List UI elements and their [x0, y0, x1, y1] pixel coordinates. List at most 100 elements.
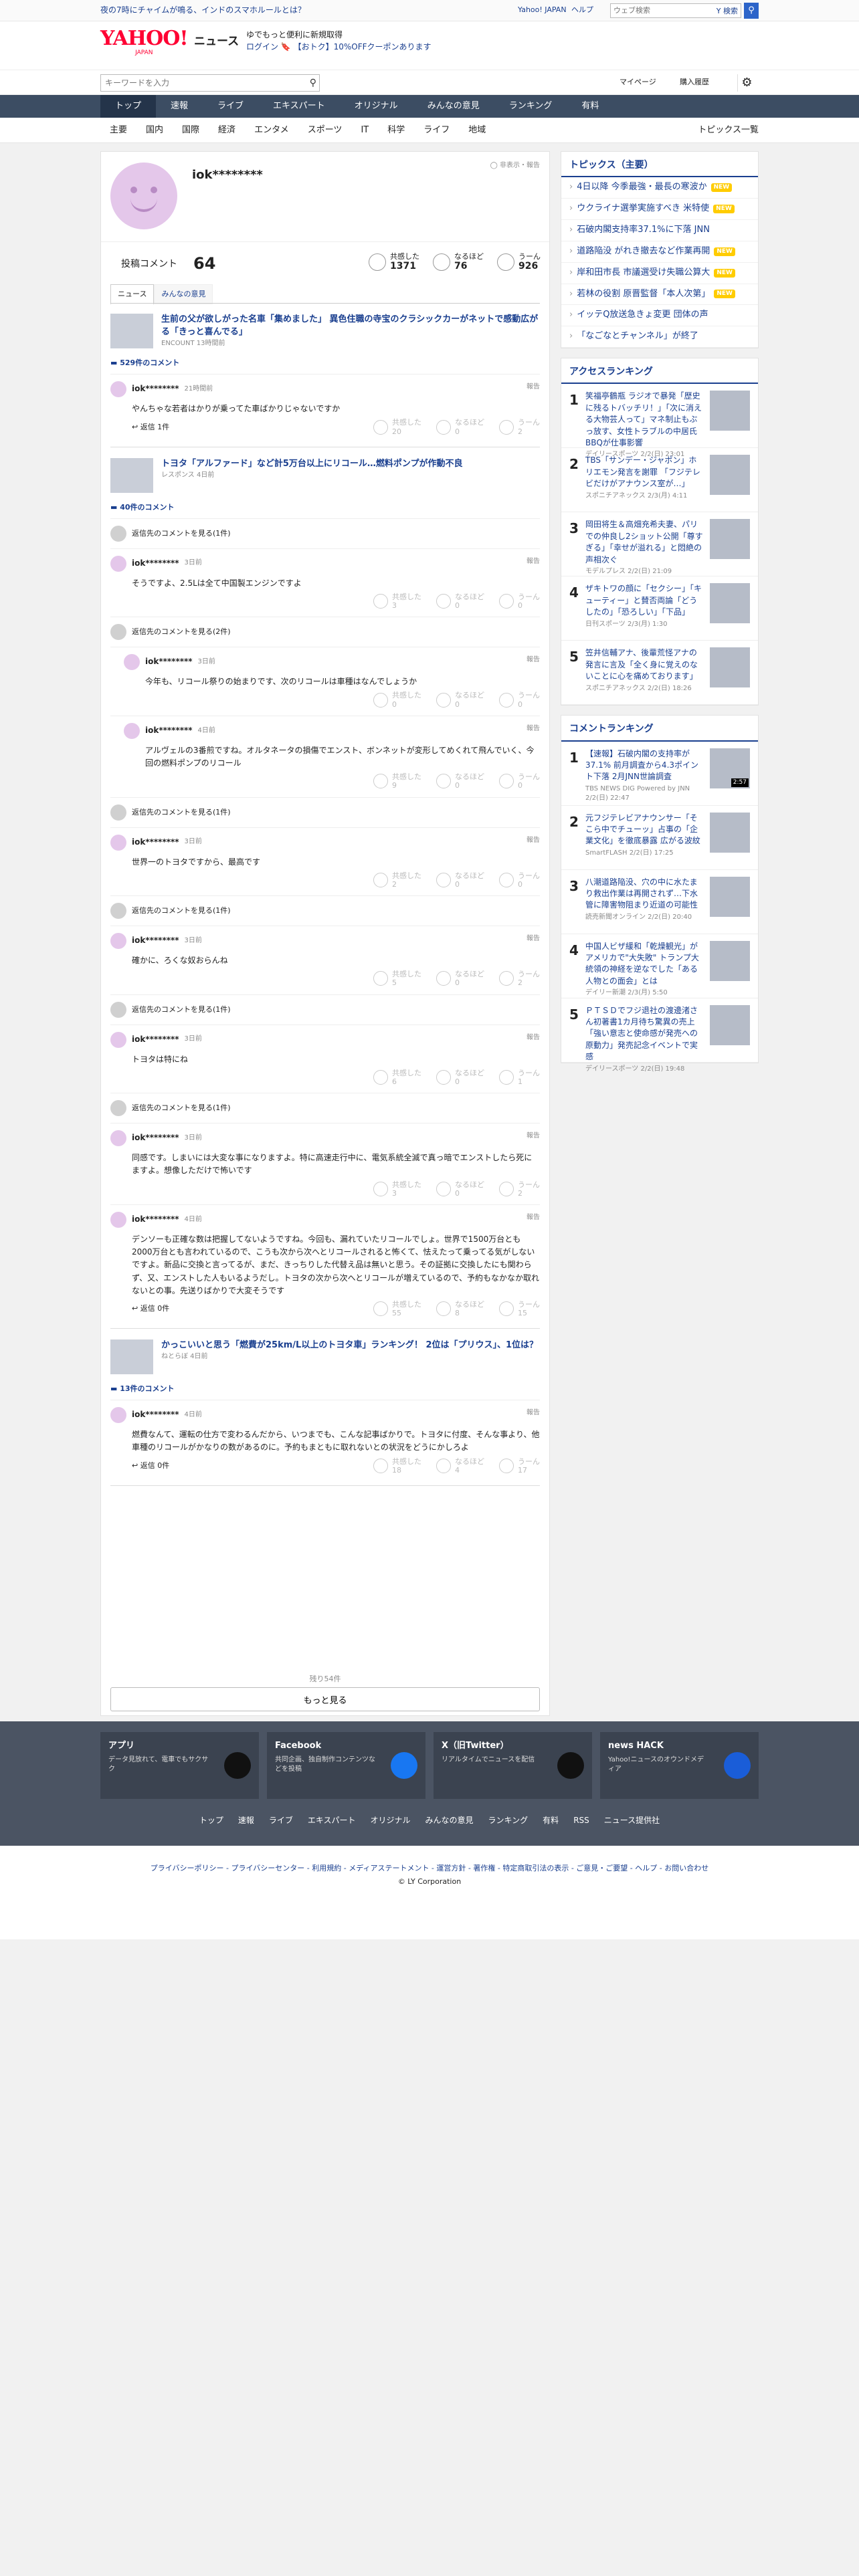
reaction-agree-button[interactable]: 共感した 20 [373, 418, 421, 436]
reaction-uun-button[interactable]: うーん 15 [499, 1300, 540, 1317]
reaction-uun-button[interactable]: うーん 1 [499, 1069, 540, 1086]
topic-item[interactable]: › 岸和田市長 市議選受け失職公算大 NEW [561, 263, 758, 284]
avatar[interactable] [110, 1211, 126, 1228]
report-link[interactable]: 報告 [527, 383, 540, 393]
article-title[interactable]: トヨタ「アルファード」など計5万台以上にリコール…燃料ポンプが作動不良 [161, 458, 540, 471]
reaction-agree-button[interactable]: 共感した 18 [373, 1457, 421, 1475]
topic-item[interactable]: › ウクライナ選挙実施すべき 米特使 NEW [561, 199, 758, 220]
footer-nav-7[interactable]: 有料 [543, 1815, 559, 1826]
article-comment-count[interactable]: ▬ 40件のコメント [110, 500, 540, 518]
comment-user[interactable]: iok******** [132, 558, 179, 569]
topic-item[interactable]: › 4日以降 今季最強・最長の寒波か NEW [561, 177, 758, 199]
reaction-naruhodo-button[interactable]: なるほど 0 [436, 593, 484, 610]
footer-nav-2[interactable]: ライブ [269, 1815, 293, 1826]
parent-comment-link[interactable]: 返信先のコメントを見る(2件) [110, 617, 540, 647]
reaction-uun-button[interactable]: うーん 2 [499, 418, 540, 436]
category-6[interactable]: IT [351, 124, 378, 137]
footer-nav-4[interactable]: オリジナル [371, 1815, 411, 1826]
nav-tab-7[interactable]: 有料 [567, 95, 613, 118]
hide-report-link[interactable]: ◯ 非表示・報告 [490, 161, 540, 171]
comment-user[interactable]: iok******** [132, 1132, 179, 1144]
article-thumbnail[interactable] [110, 314, 153, 348]
comment-user[interactable]: iok******** [145, 656, 193, 667]
reaction-naruhodo-button[interactable]: なるほど 0 [436, 871, 484, 889]
reaction-agree-button[interactable]: 共感した 0 [373, 691, 421, 709]
reaction-naruhodo-button[interactable]: なるほど 0 [436, 772, 484, 790]
report-link[interactable]: 報告 [527, 655, 540, 665]
nav-tab-4[interactable]: オリジナル [340, 95, 413, 118]
footer-nav-9[interactable]: ニュース提供社 [604, 1815, 660, 1826]
footer-nav-8[interactable]: RSS [573, 1815, 589, 1826]
reaction-uun-button[interactable]: うーん 17 [499, 1457, 540, 1475]
tab-news[interactable]: ニュース [110, 284, 155, 304]
reaction-naruhodo-button[interactable]: なるほど 8 [436, 1300, 484, 1317]
web-search-input[interactable] [611, 4, 691, 17]
parent-comment-link[interactable]: 返信先のコメントを見る(1件) [110, 518, 540, 548]
reaction-uun-button[interactable]: うーん 2 [499, 970, 540, 987]
topic-item[interactable]: › 「なごなとチャンネル」が終了 [561, 326, 758, 348]
keyword-input[interactable] [101, 75, 295, 91]
article-card[interactable]: トヨタ「アルファード」など計5万台以上にリコール…燃料ポンプが作動不良 レスポンス… [110, 454, 540, 500]
legal-links[interactable]: プライバシーポリシー - プライバシーセンター - 利用規約 - メディアステー… [100, 1863, 759, 1874]
ranking-item[interactable]: 5 笠井信輔アナ、後輩荒怪アナの発言に言及「全く身に覚えのないことに心を痛めており… [561, 641, 758, 706]
nav-tab-5[interactable]: みんなの意見 [413, 95, 494, 118]
reaction-uun-button[interactable]: うーん 0 [499, 691, 540, 709]
avatar[interactable] [110, 1031, 126, 1048]
avatar[interactable] [124, 722, 140, 739]
reaction-naruhodo-button[interactable]: なるほど 0 [436, 418, 484, 436]
article-card[interactable]: 生前の父が欲しがった名車「集めました」 異色住職の寺宝のクラシックカーがネットで… [110, 310, 540, 355]
nav-tab-1[interactable]: 速報 [156, 95, 203, 118]
article-title[interactable]: かっこいいと思う「燃費が25km/L以上のトヨタ車」ランキング！ 2位は「プリウ… [161, 1339, 540, 1352]
nav-tab-0[interactable]: トップ [100, 95, 157, 118]
history-link[interactable]: 購入履歴 [680, 77, 709, 88]
category-5[interactable]: スポーツ [298, 124, 352, 137]
help-link[interactable]: ヘルプ [571, 5, 593, 15]
ranking-item[interactable]: 2 TBS「サンデー・ジャポン」ホリエモン発言を謝罪 「フジテレビだけがアナウンス… [561, 448, 758, 513]
reaction-naruhodo-button[interactable]: なるほど 0 [436, 970, 484, 987]
ranking-item[interactable]: 5 ＰＴＳＤでフジ退社の渡邊渚さん初著書1カ月待ち驚異の売上「強い意志と使命感が発… [561, 998, 758, 1073]
topics-list-link[interactable]: トピックス一覧 [698, 124, 759, 137]
comment-user[interactable]: iok******** [132, 935, 179, 946]
parent-comment-link[interactable]: 返信先のコメントを見る(1件) [110, 895, 540, 926]
category-7[interactable]: 科学 [378, 124, 414, 137]
report-link[interactable]: 報告 [527, 1408, 540, 1418]
reaction-agree-button[interactable]: 共感した 9 [373, 772, 421, 790]
ranking-item[interactable]: 1 【速報】石破内閣の支持率が37.1% 前月調査から4.3ポイント下落 2月JN… [561, 742, 758, 806]
magnifier-icon[interactable]: ⚲ [310, 76, 316, 90]
search-icon[interactable]: ⚲ [744, 3, 759, 19]
reaction-agree-button[interactable]: 共感した 3 [373, 1180, 421, 1198]
footer-nav-0[interactable]: トップ [199, 1815, 223, 1826]
category-3[interactable]: 経済 [209, 124, 245, 137]
report-link[interactable]: 報告 [527, 724, 540, 734]
ranking-item[interactable]: 3 岡田将生＆高畑充希夫妻、パリでの仲良し2ショット公開「尊すぎる」「幸せが溢れる… [561, 512, 758, 577]
promo-line-2[interactable]: ログイン 🔖 【おトク】10%OFFクーポンあります [246, 41, 432, 53]
parent-comment-link[interactable]: 返信先のコメントを見る(1件) [110, 1093, 540, 1123]
yahoo-japan-link[interactable]: Yahoo! JAPAN [518, 5, 567, 15]
category-4[interactable]: エンタメ [245, 124, 298, 137]
report-link[interactable]: 報告 [527, 934, 540, 944]
promo-line-1[interactable]: ゆでもっと便利に新規取得 [246, 29, 343, 41]
report-link[interactable]: 報告 [527, 1213, 540, 1223]
ranking-item[interactable]: 3 八潮道路陥没、穴の中に水たまり救出作業は再開されず…下水管に障害物阻まり近道の… [561, 870, 758, 934]
topic-item[interactable]: › イッテQ放送急きょ変更 団体の声 [561, 305, 758, 327]
article-comment-count[interactable]: ▬ 529件のコメント [110, 355, 540, 374]
footer-nav-5[interactable]: みんなの意見 [425, 1815, 474, 1826]
footer-app-1[interactable]: Facebook 共同企画、独自制作コンテンツなどを投稿 [267, 1732, 425, 1799]
footer-app-0[interactable]: アプリ データ見放れて、電車でもサクサク [100, 1732, 259, 1799]
comment-user[interactable]: iok******** [132, 1214, 179, 1225]
nav-tab-3[interactable]: エキスパート [258, 95, 340, 118]
article-card[interactable]: かっこいいと思う「燃費が25km/L以上のトヨタ車」ランキング！ 2位は「プリウ… [110, 1335, 540, 1381]
avatar[interactable] [110, 1130, 126, 1147]
ranking-item[interactable]: 1 笑福亭鶴瓶 ラジオで暴発「歴史に残るトバッチリ！」「次に消える大物芸人って」マ… [561, 384, 758, 458]
reaction-uun-button[interactable]: うーん 0 [499, 593, 540, 610]
reply-link[interactable]: ↩ 返信 1件 [132, 422, 169, 433]
category-9[interactable]: 地域 [459, 124, 495, 137]
reaction-agree-button[interactable]: 共感した 55 [373, 1300, 421, 1317]
avatar[interactable] [110, 1407, 126, 1424]
topic-item[interactable]: › 石破内閣支持率37.1%に下落 JNN [561, 220, 758, 241]
comment-user[interactable]: iok******** [132, 837, 179, 848]
article-thumbnail[interactable] [110, 1339, 153, 1375]
article-title[interactable]: 生前の父が欲しがった名車「集めました」 異色住職の寺宝のクラシックカーがネットで… [161, 314, 540, 339]
reaction-naruhodo-button[interactable]: なるほど 0 [436, 1180, 484, 1198]
reaction-naruhodo-button[interactable]: なるほど 0 [436, 691, 484, 709]
